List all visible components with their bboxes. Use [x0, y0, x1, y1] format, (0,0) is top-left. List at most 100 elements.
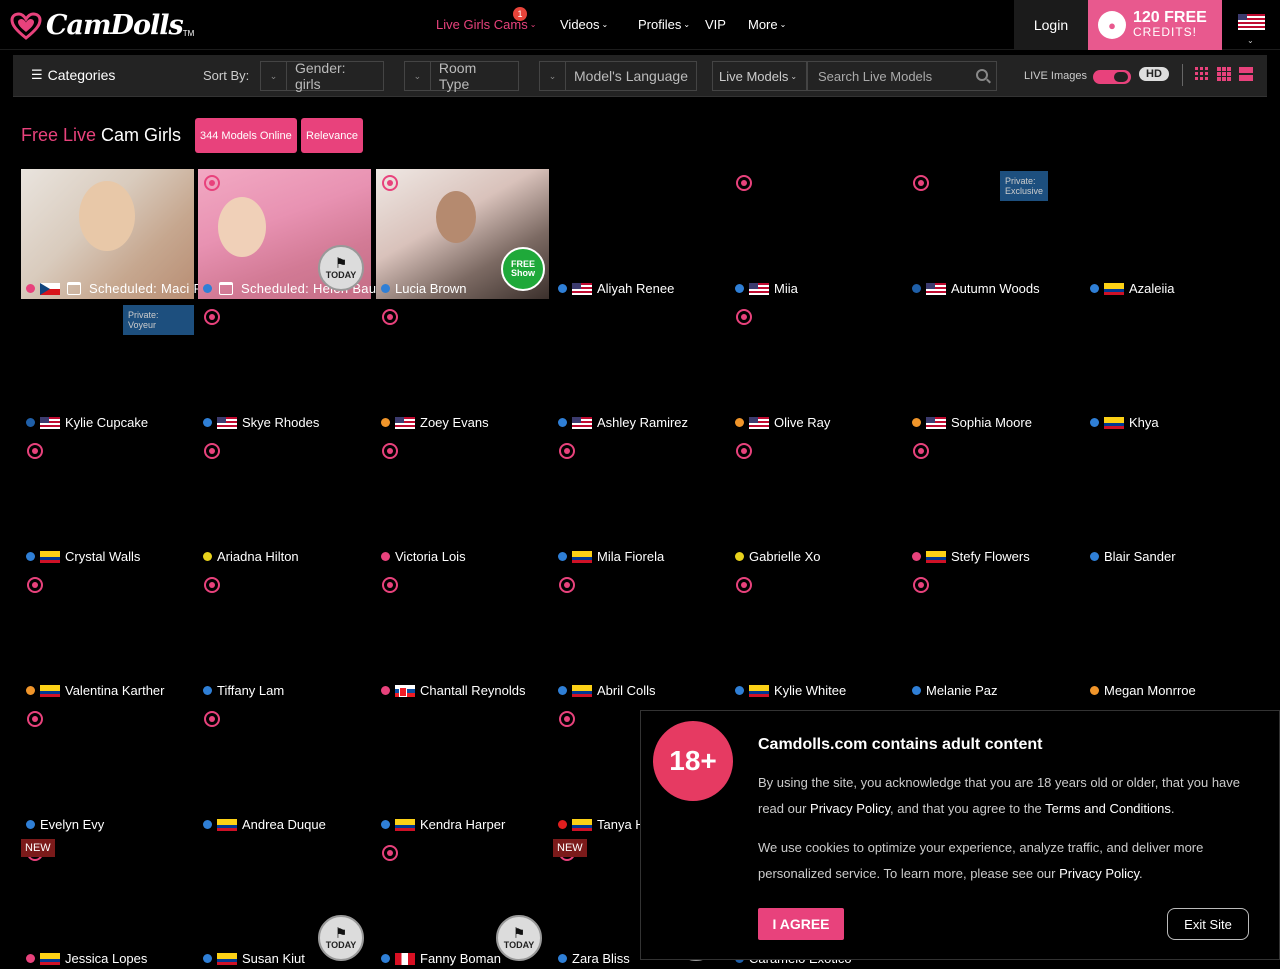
- site-logo[interactable]: CamDolls TM: [10, 10, 194, 41]
- model-name[interactable]: Ashley Ramirez: [597, 415, 688, 430]
- model-thumbnail[interactable]: [730, 571, 903, 701]
- grid-small-icon[interactable]: [1195, 67, 1209, 81]
- model-thumbnail[interactable]: [376, 303, 549, 433]
- model-name[interactable]: Susan Kiut: [242, 951, 305, 966]
- model-thumbnail[interactable]: [376, 437, 549, 567]
- model-name[interactable]: Tiffany Lam: [217, 683, 284, 698]
- models-online-badge[interactable]: 344 Models Online: [195, 118, 297, 153]
- model-thumbnail[interactable]: [553, 303, 726, 433]
- model-name[interactable]: Skye Rhodes: [242, 415, 319, 430]
- model-card[interactable]: Gabrielle Xo: [730, 437, 903, 567]
- model-thumbnail[interactable]: [21, 437, 194, 567]
- model-card[interactable]: FREE Show Lucia Brown: [376, 169, 549, 299]
- model-thumbnail[interactable]: [198, 437, 371, 567]
- chevron-down-icon[interactable]: ⌄: [1247, 36, 1254, 45]
- model-card[interactable]: Stefy Flowers: [907, 437, 1080, 567]
- model-name[interactable]: Blair Sander: [1104, 549, 1176, 564]
- model-name[interactable]: Melanie Paz: [926, 683, 998, 698]
- model-card[interactable]: Sophia Moore: [907, 303, 1080, 433]
- gender-select[interactable]: ⌄ Gender: girls: [260, 60, 384, 92]
- model-name[interactable]: Mila Fiorela: [597, 549, 664, 564]
- model-card[interactable]: Ariadna Hilton: [198, 437, 371, 567]
- privacy-policy-link[interactable]: Privacy Policy: [810, 801, 890, 816]
- model-name[interactable]: Zoey Evans: [420, 415, 489, 430]
- model-thumbnail[interactable]: [730, 437, 903, 567]
- model-card[interactable]: Megan Monrroe: [1085, 571, 1258, 701]
- model-name[interactable]: Khya: [1129, 415, 1159, 430]
- model-thumbnail[interactable]: [907, 571, 1080, 701]
- model-thumbnail[interactable]: [907, 437, 1080, 567]
- model-name[interactable]: Valentina Karther: [65, 683, 165, 698]
- model-thumbnail[interactable]: [21, 839, 194, 969]
- model-card[interactable]: Valentina Karther: [21, 571, 194, 701]
- model-name[interactable]: Olive Ray: [774, 415, 830, 430]
- model-name[interactable]: Stefy Flowers: [951, 549, 1030, 564]
- model-thumbnail[interactable]: [376, 705, 549, 835]
- login-button[interactable]: Login: [1014, 0, 1088, 50]
- model-name[interactable]: Andrea Duque: [242, 817, 326, 832]
- model-card[interactable]: Private: Voyeur Kylie Cupcake: [21, 303, 194, 433]
- model-name[interactable]: Abril Colls: [597, 683, 656, 698]
- grid-large-icon[interactable]: [1239, 67, 1253, 81]
- nav-more[interactable]: More ⌄: [748, 17, 786, 32]
- model-card[interactable]: Victoria Lois: [376, 437, 549, 567]
- model-card[interactable]: Blair Sander: [1085, 437, 1258, 567]
- terms-link[interactable]: Terms and Conditions: [1045, 801, 1171, 816]
- model-name[interactable]: Megan Monrroe: [1104, 683, 1196, 698]
- model-thumbnail[interactable]: [553, 437, 726, 567]
- model-name[interactable]: Aliyah Renee: [597, 281, 674, 296]
- model-card[interactable]: Andrea Duque: [198, 705, 371, 835]
- free-credits-button[interactable]: ● 120 FREE CREDITS!: [1088, 0, 1222, 50]
- room-type-select[interactable]: ⌄ Room Type: [404, 60, 519, 92]
- model-thumbnail[interactable]: [198, 303, 371, 433]
- model-name[interactable]: Chantall Reynolds: [420, 683, 526, 698]
- model-thumbnail[interactable]: [376, 571, 549, 701]
- model-name[interactable]: Kylie Whitee: [774, 683, 846, 698]
- model-name[interactable]: Jessica Lopes: [65, 951, 147, 966]
- model-name[interactable]: Kylie Cupcake: [65, 415, 148, 430]
- model-card[interactable]: Evelyn Evy: [21, 705, 194, 835]
- model-thumbnail[interactable]: [1085, 571, 1258, 701]
- nav-videos[interactable]: Videos ⌄: [560, 17, 608, 32]
- model-name[interactable]: Miia: [774, 281, 798, 296]
- agree-button[interactable]: I AGREE: [758, 908, 844, 940]
- exit-site-button[interactable]: Exit Site: [1167, 908, 1249, 940]
- model-card[interactable]: Olive Ray: [730, 303, 903, 433]
- model-thumbnail[interactable]: [730, 169, 903, 299]
- language-selector[interactable]: [1238, 14, 1265, 30]
- model-name[interactable]: Evelyn Evy: [40, 817, 104, 832]
- model-card[interactable]: Aliyah Renee: [553, 169, 726, 299]
- model-thumbnail[interactable]: [198, 571, 371, 701]
- search-icon[interactable]: [976, 69, 988, 81]
- privacy-policy-link[interactable]: Privacy Policy: [1059, 866, 1139, 881]
- model-thumbnail[interactable]: [907, 303, 1080, 433]
- model-thumbnail[interactable]: [1085, 169, 1258, 299]
- model-name[interactable]: Kendra Harper: [420, 817, 505, 832]
- live-models-select[interactable]: Live Models ⌄: [712, 61, 807, 91]
- model-card[interactable]: Ashley Ramirez: [553, 303, 726, 433]
- model-name[interactable]: Autumn Woods: [951, 281, 1040, 296]
- model-card[interactable]: Melanie Paz: [907, 571, 1080, 701]
- model-thumbnail[interactable]: [21, 169, 194, 299]
- model-thumbnail[interactable]: [553, 571, 726, 701]
- nav-vip[interactable]: VIP: [705, 17, 726, 32]
- model-name[interactable]: Victoria Lois: [395, 549, 466, 564]
- grid-medium-icon[interactable]: [1217, 67, 1231, 81]
- model-card[interactable]: Zoey Evans: [376, 303, 549, 433]
- model-name[interactable]: Ariadna Hilton: [217, 549, 299, 564]
- model-name[interactable]: Crystal Walls: [65, 549, 140, 564]
- model-card[interactable]: Crystal Walls: [21, 437, 194, 567]
- model-card[interactable]: Skye Rhodes: [198, 303, 371, 433]
- model-thumbnail[interactable]: [730, 303, 903, 433]
- model-thumbnail[interactable]: [21, 705, 194, 835]
- model-thumbnail[interactable]: FREE Show: [376, 169, 549, 299]
- model-card[interactable]: Scheduled: Maci F: [21, 169, 201, 299]
- model-name[interactable]: Fanny Boman: [420, 951, 501, 966]
- model-card[interactable]: Abril Colls: [553, 571, 726, 701]
- categories-button[interactable]: ☰ Categories: [31, 67, 115, 83]
- model-card[interactable]: Susan Kiut ⚑ TODAY: [198, 839, 371, 969]
- model-card[interactable]: Kylie Whitee: [730, 571, 903, 701]
- model-thumbnail[interactable]: [198, 705, 371, 835]
- model-card[interactable]: Miia: [730, 169, 903, 299]
- model-card[interactable]: NEW Jessica Lopes: [21, 839, 194, 969]
